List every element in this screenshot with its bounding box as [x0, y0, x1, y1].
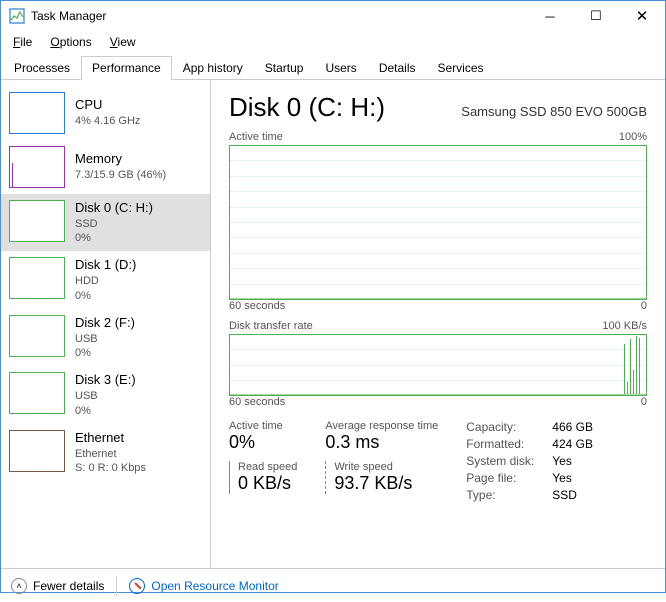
menubar: File Options View — [1, 31, 665, 53]
chart1-left-label: Active time — [229, 131, 283, 143]
taskmgr-icon — [9, 8, 25, 24]
tab-services[interactable]: Services — [427, 56, 495, 80]
cpu-thumb — [9, 92, 65, 134]
fewer-details-button[interactable]: Fewer details — [33, 579, 104, 593]
menu-file[interactable]: File — [5, 33, 40, 51]
sidebar-item-disk2[interactable]: Disk 2 (F:)USB0% — [1, 309, 210, 366]
write-speed-label: Write speed — [334, 461, 438, 473]
chart1-xaxis-right: 0 — [641, 300, 647, 312]
chart1-xaxis-left: 60 seconds — [229, 300, 285, 312]
page-title: Disk 0 (C: H:) — [229, 92, 385, 123]
disk-model: Samsung SSD 850 EVO 500GB — [461, 104, 647, 119]
footer: ˄ Fewer details Open Resource Monitor — [1, 568, 665, 602]
disk1-thumb — [9, 257, 65, 299]
chart2-xaxis-left: 60 seconds — [229, 396, 285, 408]
ethernet-thumb — [9, 430, 65, 472]
tab-users[interactable]: Users — [314, 56, 367, 80]
avg-response-value: 0.3 ms — [325, 432, 438, 453]
tab-startup[interactable]: Startup — [254, 56, 315, 80]
sidebar-item-disk3[interactable]: Disk 3 (E:)USB0% — [1, 366, 210, 423]
resource-monitor-icon[interactable] — [129, 578, 145, 594]
tab-details[interactable]: Details — [368, 56, 427, 80]
disk3-thumb — [9, 372, 65, 414]
titlebar: Task Manager ─ ☐ ✕ — [1, 1, 665, 31]
chart1-right-label: 100% — [619, 131, 647, 143]
transfer-rate-chart — [229, 334, 647, 396]
close-button[interactable]: ✕ — [619, 1, 665, 31]
read-speed-value: 0 KB/s — [238, 473, 297, 494]
sidebar-item-disk0[interactable]: Disk 0 (C: H:)SSD0% — [1, 194, 210, 251]
chevron-up-icon[interactable]: ˄ — [11, 578, 27, 594]
sidebar[interactable]: CPU4% 4.16 GHz Memory7.3/15.9 GB (46%) D… — [1, 80, 211, 568]
open-resource-monitor-link[interactable]: Open Resource Monitor — [151, 579, 278, 593]
sidebar-item-ethernet[interactable]: EthernetEthernetS: 0 R: 0 Kbps — [1, 424, 210, 481]
disk0-thumb — [9, 200, 65, 242]
active-time-chart — [229, 145, 647, 300]
main-panel: Disk 0 (C: H:) Samsung SSD 850 EVO 500GB… — [211, 80, 665, 568]
avg-response-label: Average response time — [325, 420, 438, 432]
tab-performance[interactable]: Performance — [81, 56, 172, 80]
disk-properties: Capacity:466 GB Formatted:424 GB System … — [466, 420, 593, 502]
window-title: Task Manager — [31, 9, 527, 23]
menu-options[interactable]: Options — [42, 33, 99, 51]
write-speed-value: 93.7 KB/s — [334, 473, 438, 494]
maximize-button[interactable]: ☐ — [573, 1, 619, 31]
sidebar-item-cpu[interactable]: CPU4% 4.16 GHz — [1, 86, 210, 140]
memory-thumb — [9, 146, 65, 188]
sidebar-item-disk1[interactable]: Disk 1 (D:)HDD0% — [1, 251, 210, 308]
read-speed-label: Read speed — [238, 461, 297, 473]
active-time-value: 0% — [229, 432, 297, 453]
chart2-left-label: Disk transfer rate — [229, 320, 313, 332]
tab-processes[interactable]: Processes — [3, 56, 81, 80]
chart2-right-label: 100 KB/s — [602, 320, 647, 332]
menu-view[interactable]: View — [102, 33, 144, 51]
tab-bar: Processes Performance App history Startu… — [1, 55, 665, 80]
minimize-button[interactable]: ─ — [527, 1, 573, 31]
disk2-thumb — [9, 315, 65, 357]
tab-app-history[interactable]: App history — [172, 56, 254, 80]
sidebar-item-memory[interactable]: Memory7.3/15.9 GB (46%) — [1, 140, 210, 194]
chart2-xaxis-right: 0 — [641, 396, 647, 408]
active-time-label: Active time — [229, 420, 297, 432]
